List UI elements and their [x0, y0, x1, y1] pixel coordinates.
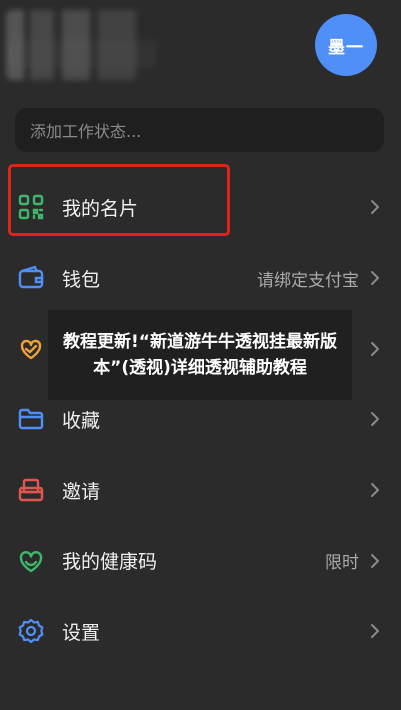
folder-icon [16, 404, 46, 434]
overlay-banner: 教程更新!“新道游牛牛透视挂最新版本”(透视)详细透视辅助教程 [48, 310, 352, 400]
qr-code-icon [16, 192, 46, 222]
menu-item-value: 请绑定支付宝 [257, 270, 359, 291]
work-status-placeholder: 添加工作状态... [30, 122, 142, 141]
menu-item-label: 我的名片 [62, 197, 139, 220]
chevron-right-icon [371, 624, 379, 639]
chevron-right-icon [371, 271, 379, 286]
invite-box-icon [16, 475, 46, 505]
work-status-input[interactable]: 添加工作状态... [15, 108, 384, 152]
gear-icon [16, 616, 46, 646]
wallet-icon [16, 263, 46, 293]
menu-item-health-code[interactable]: 我的健康码 限时 [0, 525, 401, 596]
heart-hand-icon [16, 334, 46, 364]
health-heart-icon [16, 546, 46, 576]
menu-item-label: 收藏 [62, 409, 101, 432]
menu-list: 我的名片 钱包 请绑定支付宝 收藏 邀请 我的健康码 限时 设置 [0, 172, 401, 667]
menu-item-wallet[interactable]: 钱包 请绑定支付宝 [0, 243, 401, 314]
chevron-right-icon [371, 483, 379, 498]
menu-item-invite[interactable]: 邀请 [0, 455, 401, 526]
menu-item-label: 设置 [62, 621, 101, 644]
menu-item-label: 我的健康码 [62, 551, 158, 574]
menu-item-label: 邀请 [62, 480, 101, 503]
chevron-right-icon [371, 200, 379, 215]
chevron-right-icon [371, 553, 379, 568]
avatar[interactable]: 墨一 [315, 14, 377, 76]
menu-item-business-card[interactable]: 我的名片 [0, 172, 401, 243]
overlay-text: 教程更新!“新道游牛牛透视挂最新版本”(透视)详细透视辅助教程 [63, 332, 337, 378]
blurred-user-name [6, 10, 156, 80]
menu-item-value: 限时 [325, 553, 359, 574]
menu-item-label: 钱包 [62, 268, 101, 291]
chevron-right-icon [371, 341, 379, 356]
profile-header: 墨一 [0, 0, 401, 100]
menu-item-settings[interactable]: 设置 [0, 596, 401, 667]
chevron-right-icon [371, 412, 379, 427]
